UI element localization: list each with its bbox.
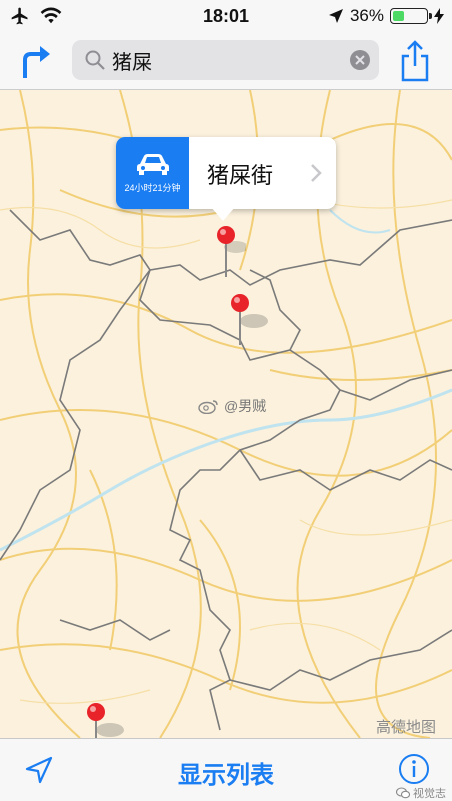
info-button[interactable] <box>398 753 432 787</box>
map-pin[interactable] <box>86 702 126 738</box>
clear-icon <box>355 55 365 65</box>
callout-eta: 24小时21分钟 <box>124 182 181 193</box>
car-icon <box>136 153 169 175</box>
drive-directions-button[interactable]: 24小时21分钟 <box>116 137 189 209</box>
pin-icon <box>87 703 124 738</box>
directions-button[interactable] <box>18 42 54 82</box>
status-right: 36% <box>328 6 444 26</box>
map-attribution: 高德地图 <box>375 719 436 736</box>
location-arrow-icon <box>328 9 343 23</box>
chevron-right-icon <box>311 164 322 182</box>
callout-tail <box>211 207 235 221</box>
search-input[interactable]: 猪屎 <box>112 46 350 75</box>
info-icon <box>399 754 429 784</box>
show-list-button[interactable]: 显示列表 <box>0 755 452 790</box>
pin-icon <box>217 226 248 277</box>
directions-icon <box>23 46 50 78</box>
map-view[interactable]: 24小时21分钟 猪屎街 @男贼 高德地图 <box>0 90 452 738</box>
battery-percent: 36% <box>349 6 384 25</box>
map-pin[interactable] <box>230 293 270 354</box>
pin-callout[interactable]: 24小时21分钟 猪屎街 <box>116 137 336 221</box>
share-icon <box>401 40 429 82</box>
clear-search-button[interactable] <box>350 50 370 70</box>
share-button[interactable] <box>398 40 432 82</box>
battery-fill <box>393 11 404 21</box>
battery-icon <box>390 8 432 24</box>
watermark-text: @男贼 <box>224 398 267 414</box>
weibo-icon <box>198 400 218 414</box>
wechat-watermark: 视觉志 <box>396 785 446 801</box>
weibo-watermark: @男贼 <box>198 396 266 416</box>
callout-title: 猪屎街 <box>207 163 274 188</box>
status-bar: 18:01 36% <box>0 0 452 34</box>
nav-bar: 猪屎 <box>0 34 452 90</box>
pin-icon <box>231 294 268 345</box>
wechat-icon <box>396 787 410 799</box>
search-icon <box>85 50 105 70</box>
bottom-toolbar: 显示列表 视觉志 <box>0 738 452 801</box>
charging-bolt-icon <box>434 8 444 24</box>
wechat-watermark-text: 视觉志 <box>413 788 446 800</box>
search-field[interactable]: 猪屎 <box>72 40 379 80</box>
map-pin[interactable] <box>216 225 248 286</box>
